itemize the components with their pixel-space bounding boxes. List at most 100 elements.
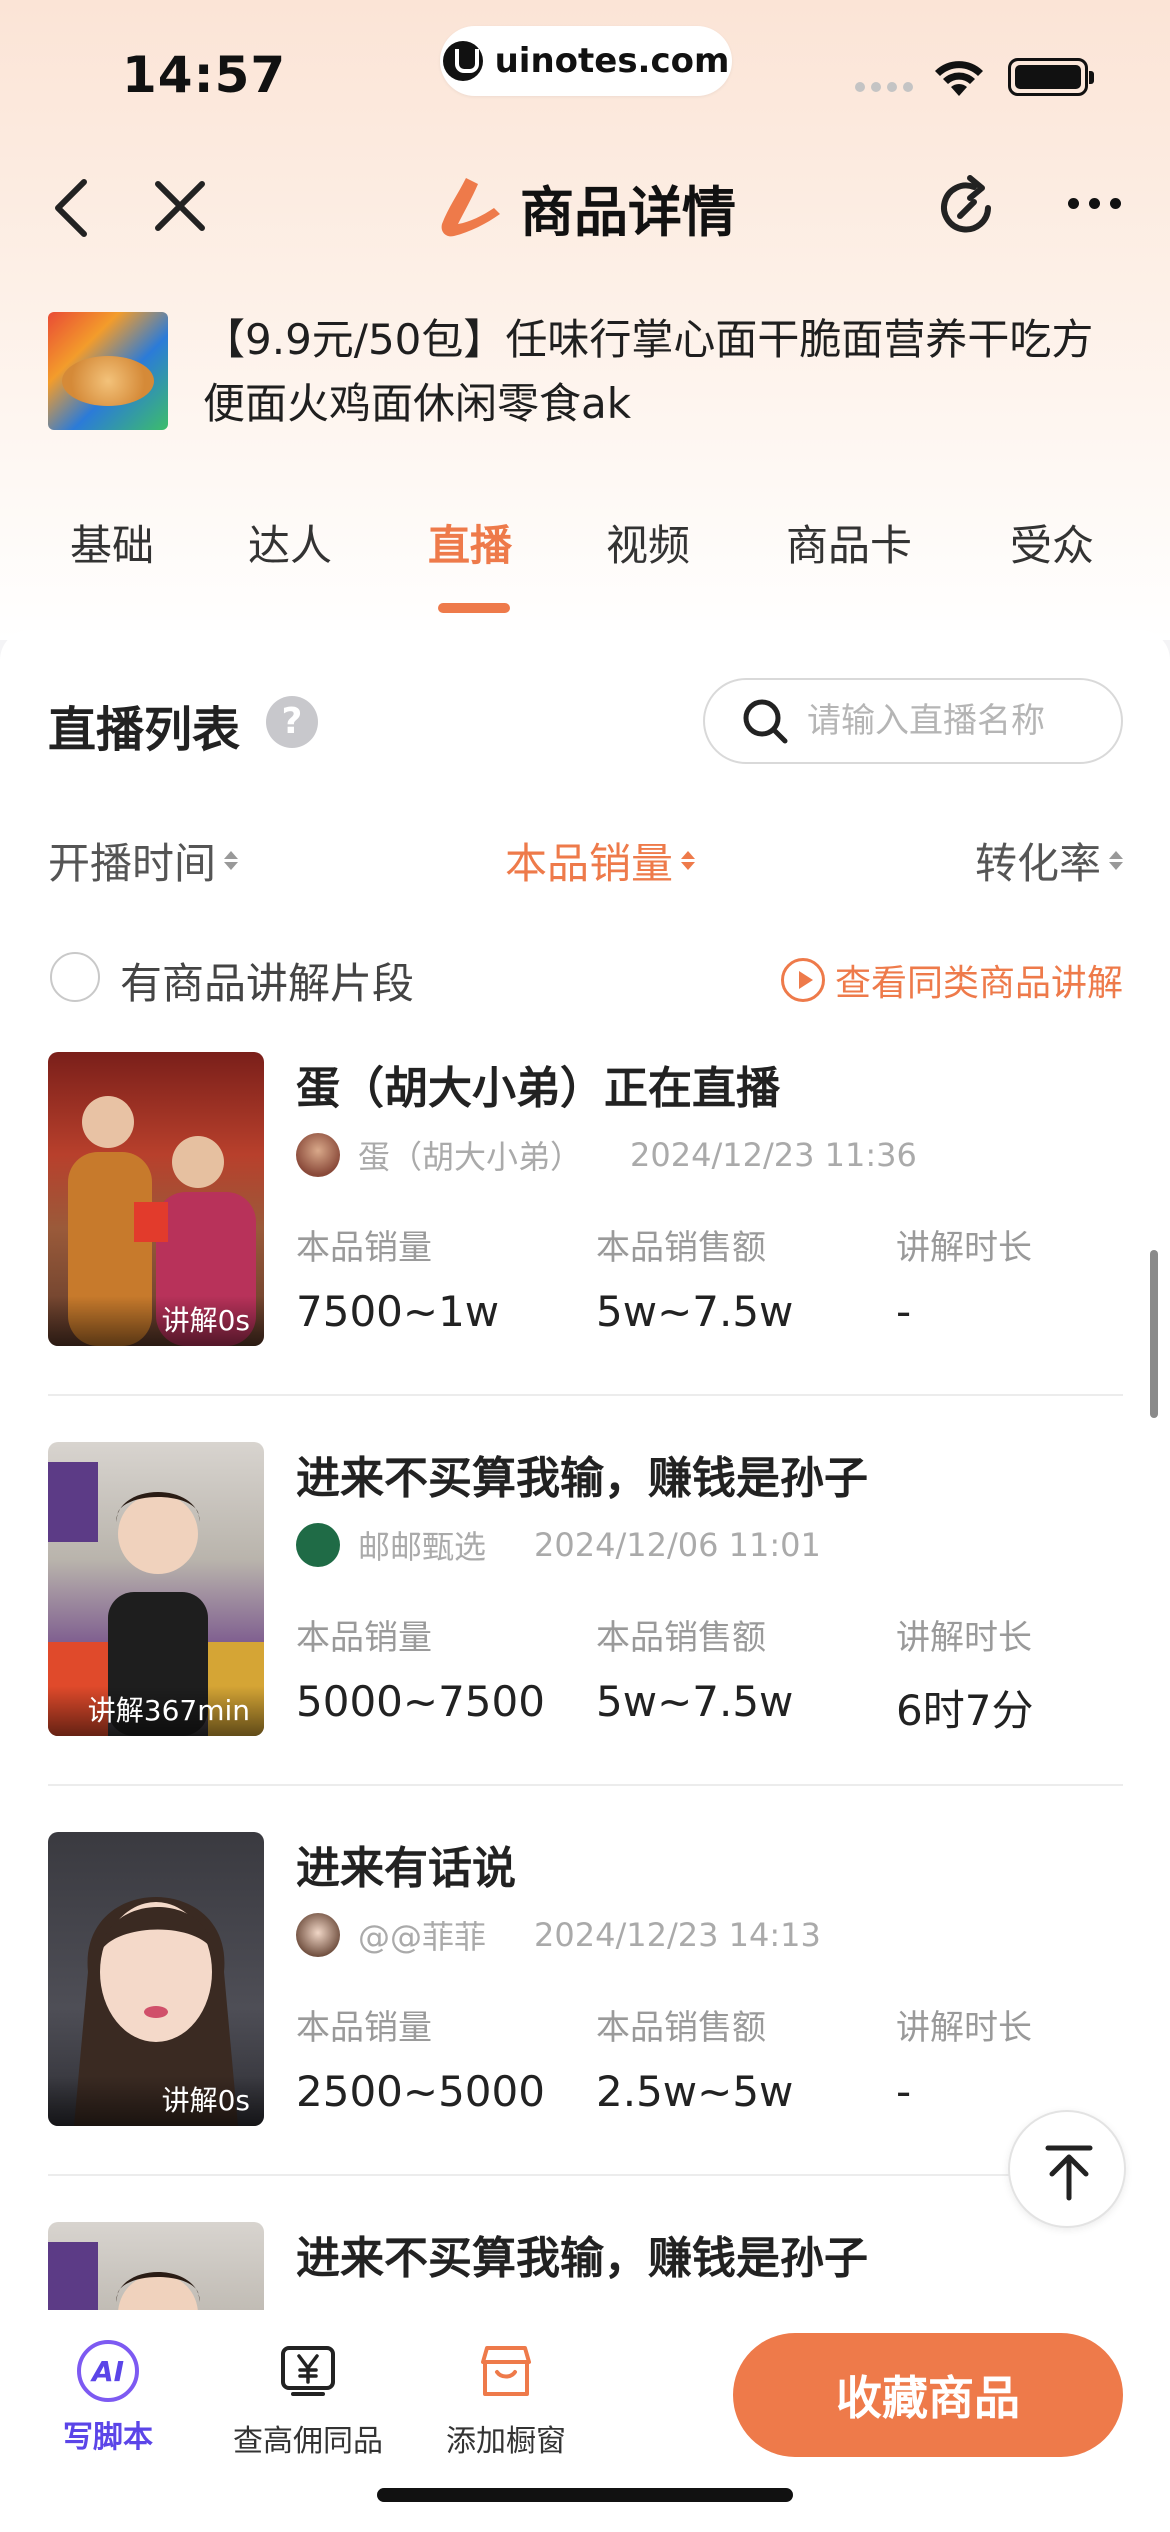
stat-revenue-label: 本品销售额: [596, 2008, 766, 2048]
sort-bar: 开播时间 本品销量 转化率: [48, 830, 1123, 890]
live-date: 2024/12/06 11:01: [534, 1526, 821, 1564]
live-search-box[interactable]: [703, 678, 1123, 764]
live-title: 进来不买算我输，赚钱是孙子: [296, 1453, 868, 1504]
stat-sales: 本品销量 7500~1w: [296, 1220, 499, 1336]
stat-duration: 讲解时长 -: [896, 2000, 1032, 2116]
live-list-item[interactable]: 讲解367min 进来不买算我输，赚钱是孙子 邮邮甄选 2024/12/06 1…: [48, 1442, 1123, 1752]
yen-receipt-icon: [281, 2346, 335, 2396]
avatar: [296, 1913, 340, 1957]
stat-duration-label: 讲解时长: [896, 2008, 1032, 2048]
home-indicator: [377, 2488, 793, 2502]
stat-revenue-label: 本品销售额: [596, 1228, 766, 1268]
tab-audience[interactable]: 受众: [1010, 512, 1094, 573]
stat-duration-value: -: [896, 1287, 912, 1336]
stat-sales: 本品销量 5000~7500: [296, 1610, 545, 1726]
live-cover-image: 讲解367min: [48, 1442, 264, 1736]
tab-live[interactable]: 直播: [428, 512, 512, 573]
live-meta: 蛋（胡大小弟） 2024/12/23 11:36: [296, 1132, 917, 1178]
stat-duration-label: 讲解时长: [896, 1228, 1032, 1268]
tab-influencer[interactable]: 达人: [248, 512, 332, 573]
sort-sales[interactable]: 本品销量: [505, 830, 696, 891]
live-title: 进来有话说: [296, 1843, 516, 1894]
live-date: 2024/12/23 14:13: [534, 1916, 821, 1954]
explain-duration-tag: 讲解0s: [48, 2076, 264, 2126]
back-icon[interactable]: [46, 176, 96, 240]
similar-explain-label: 查看同类商品讲解: [834, 963, 1123, 1004]
nav-bar: 商品详情: [0, 150, 1170, 265]
live-list-card: 直播列表 ? 开播时间 本品销量 转化率 有商品讲解片段 查看同类商品讲解: [0, 630, 1170, 2330]
avatar: [296, 1523, 340, 1567]
sort-start-time[interactable]: 开播时间: [48, 830, 239, 891]
refresh-icon[interactable]: [930, 172, 1002, 244]
search-icon: [743, 699, 788, 744]
explain-filter-row: 有商品讲解片段 查看同类商品讲解: [48, 948, 1123, 1008]
anchor-name: @@菲菲: [358, 1918, 487, 1956]
nav-title-group: 商品详情: [436, 168, 736, 247]
add-window-label: 添加橱窗: [446, 2424, 566, 2459]
high-commission-button[interactable]: 查高佣同品: [218, 2340, 398, 2460]
divider: [48, 2174, 1123, 2176]
arrow-up-icon: [1045, 2145, 1093, 2201]
explain-duration-tag: 讲解367min: [48, 1686, 264, 1736]
explain-clip-label: 有商品讲解片段: [120, 959, 415, 1008]
stat-duration: 讲解时长 -: [896, 1220, 1032, 1336]
more-icon[interactable]: [1068, 198, 1121, 209]
product-thumbnail: [48, 312, 168, 430]
stat-sales-value: 5000~7500: [296, 1677, 545, 1726]
detail-tabs: 基础 达人 直播 视频 商品卡 受众: [0, 500, 1170, 620]
battery-icon: [1008, 58, 1094, 96]
sort-conversion-label: 转化率: [974, 839, 1101, 888]
close-icon[interactable]: [150, 176, 210, 236]
live-list-item[interactable]: 进来不买算我输，赚钱是孙子: [48, 2222, 1123, 2312]
explain-duration-tag: 讲解0s: [48, 1296, 264, 1346]
back-to-top-button[interactable]: [1008, 2110, 1126, 2228]
favorite-product-button[interactable]: 收藏商品: [733, 2333, 1123, 2457]
live-date: 2024/12/23 11:36: [630, 1136, 917, 1174]
divider: [48, 1784, 1123, 1786]
tab-video[interactable]: 视频: [606, 512, 690, 573]
stat-revenue: 本品销售额 2.5w~5w: [596, 2000, 793, 2116]
write-script-button[interactable]: AI 写脚本: [18, 2340, 198, 2456]
help-icon[interactable]: ?: [266, 696, 318, 748]
live-meta: @@菲菲 2024/12/23 14:13: [296, 1912, 821, 1958]
app-logo-icon: [441, 177, 500, 236]
status-bar: 14:57 uinotes.com: [0, 0, 1170, 150]
anchor-name: 蛋（胡大小弟）: [358, 1138, 583, 1176]
live-list-item[interactable]: 讲解0s 蛋（胡大小弟）正在直播 蛋（胡大小弟） 2024/12/23 11:3…: [48, 1052, 1123, 1362]
site-icon: [442, 41, 483, 81]
explain-clip-checkbox[interactable]: [50, 952, 100, 1002]
stat-duration-value: 6时7分: [896, 1686, 1034, 1735]
wifi-icon: [935, 61, 983, 96]
tab-product-card[interactable]: 商品卡: [786, 512, 912, 573]
tab-basic[interactable]: 基础: [70, 512, 154, 573]
sort-sales-label: 本品销量: [505, 839, 674, 888]
similar-explain-link[interactable]: 查看同类商品讲解: [780, 954, 1123, 1006]
stat-revenue-value: 5w~7.5w: [596, 1677, 794, 1726]
add-window-button[interactable]: 添加橱窗: [416, 2340, 596, 2460]
live-list-item[interactable]: 讲解0s 进来有话说 @@菲菲 2024/12/23 14:13 本品销量 25…: [48, 1832, 1123, 2142]
stat-sales-label: 本品销量: [296, 1618, 432, 1658]
write-script-label: 写脚本: [63, 2420, 153, 2455]
sort-conversion[interactable]: 转化率: [975, 830, 1123, 891]
high-commission-label: 查高佣同品: [233, 2424, 383, 2459]
sort-caret-icon: [224, 851, 239, 870]
status-time: 14:57: [122, 46, 287, 104]
url-pill[interactable]: uinotes.com: [440, 26, 732, 96]
stat-duration-label: 讲解时长: [896, 1618, 1032, 1658]
live-search-input[interactable]: [807, 701, 1107, 741]
anchor-name: 邮邮甄选: [358, 1528, 487, 1566]
sort-caret-icon: [681, 851, 696, 870]
scrollbar[interactable]: [1150, 1250, 1158, 1418]
live-meta: 邮邮甄选 2024/12/06 11:01: [296, 1522, 821, 1568]
product-name: 【9.9元/50包】任味行掌心面干脆面营养干吃方便面火鸡面休闲零食ak: [203, 315, 1094, 428]
stat-duration-value: -: [896, 2067, 912, 2116]
url-text: uinotes.com: [494, 41, 730, 81]
product-header: 【9.9元/50包】任味行掌心面干脆面营养干吃方便面火鸡面休闲零食ak: [48, 308, 1128, 438]
avatar: [296, 1133, 340, 1177]
page-title: 商品详情: [520, 181, 736, 244]
sort-caret-icon: [1109, 851, 1123, 870]
ai-icon: AI: [77, 2340, 139, 2402]
play-icon: [780, 958, 825, 1002]
live-title: 蛋（胡大小弟）正在直播: [296, 1063, 780, 1114]
stat-sales-label: 本品销量: [296, 2008, 432, 2048]
